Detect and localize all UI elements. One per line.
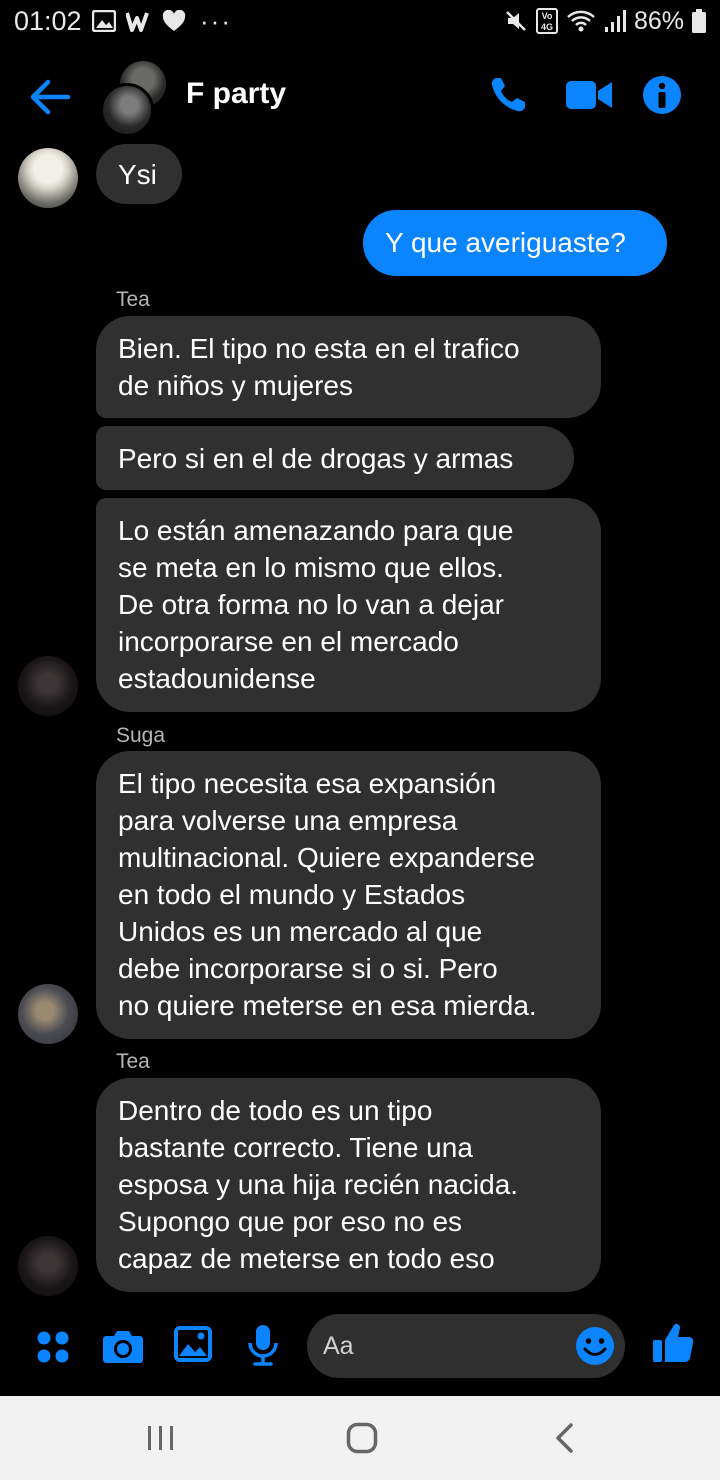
battery-icon: [692, 9, 706, 33]
phone-icon[interactable]: [488, 75, 528, 115]
sender-name: Tea: [116, 288, 150, 311]
recent-apps-icon[interactable]: [146, 1424, 176, 1452]
message-bubble-outgoing[interactable]: Y que averiguaste?: [363, 210, 667, 276]
more-dots-icon: ···: [200, 5, 232, 36]
apps-grid-icon[interactable]: [36, 1330, 70, 1364]
svg-text:4G: 4G: [541, 22, 553, 32]
back-arrow-icon[interactable]: [28, 77, 72, 117]
message-input-placeholder: Aa: [323, 1332, 354, 1360]
camera-icon[interactable]: [102, 1328, 144, 1364]
message-input[interactable]: Aa: [307, 1314, 625, 1378]
home-icon[interactable]: [346, 1422, 378, 1454]
sender-name: Tea: [116, 1050, 150, 1073]
status-bar: 01:02 ··· Vo 4G 86%: [0, 0, 720, 44]
message-bubble-incoming[interactable]: Pero si en el de drogas y armas: [96, 426, 574, 490]
system-navigation-bar: [0, 1396, 720, 1480]
sender-name: Suga: [116, 724, 166, 747]
status-time: 01:02: [14, 6, 82, 36]
message-bubble-incoming[interactable]: Ysi: [96, 144, 182, 204]
message-bubble-incoming[interactable]: Dentro de todo es un tipo bastante corre…: [96, 1078, 601, 1292]
emoji-icon[interactable]: [575, 1326, 615, 1366]
avatar[interactable]: [18, 656, 78, 716]
mute-icon: [506, 11, 526, 31]
signal-icon: [604, 10, 626, 32]
info-icon[interactable]: [642, 75, 682, 115]
svg-text:Vo: Vo: [542, 11, 553, 21]
message-bubble-incoming[interactable]: Lo están amenazando para que se meta en …: [96, 498, 601, 712]
battery-percentage: 86%: [633, 6, 684, 35]
conversation-title[interactable]: F party: [186, 77, 286, 111]
conversation-header: F party: [0, 55, 720, 137]
heart-icon: [162, 10, 186, 31]
avatar[interactable]: [18, 148, 78, 208]
wifi-icon: [567, 10, 595, 32]
message-composer: Aa: [0, 1310, 720, 1395]
message-bubble-incoming[interactable]: Bien. El tipo no esta en el trafico de n…: [96, 316, 601, 418]
message-list[interactable]: Ysi Y que averiguaste? Tea Bien. El tipo…: [0, 140, 720, 1310]
thumbs-up-icon[interactable]: [652, 1322, 694, 1364]
video-camera-icon[interactable]: [566, 79, 612, 111]
message-bubble-incoming[interactable]: El tipo necesita esa expansión para volv…: [96, 751, 601, 1039]
image-icon: [92, 10, 116, 32]
w-app-icon: [126, 12, 149, 32]
volte-icon: Vo 4G: [535, 8, 558, 34]
status-system-icons: Vo 4G 86%: [504, 6, 706, 36]
group-avatar[interactable]: [100, 61, 170, 137]
group-member-avatar: [100, 83, 154, 137]
status-notification-icons: ···: [92, 6, 232, 36]
gallery-icon[interactable]: [174, 1326, 212, 1362]
avatar[interactable]: [18, 1236, 78, 1296]
back-icon[interactable]: [553, 1422, 575, 1454]
microphone-icon[interactable]: [246, 1324, 280, 1366]
avatar[interactable]: [18, 984, 78, 1044]
